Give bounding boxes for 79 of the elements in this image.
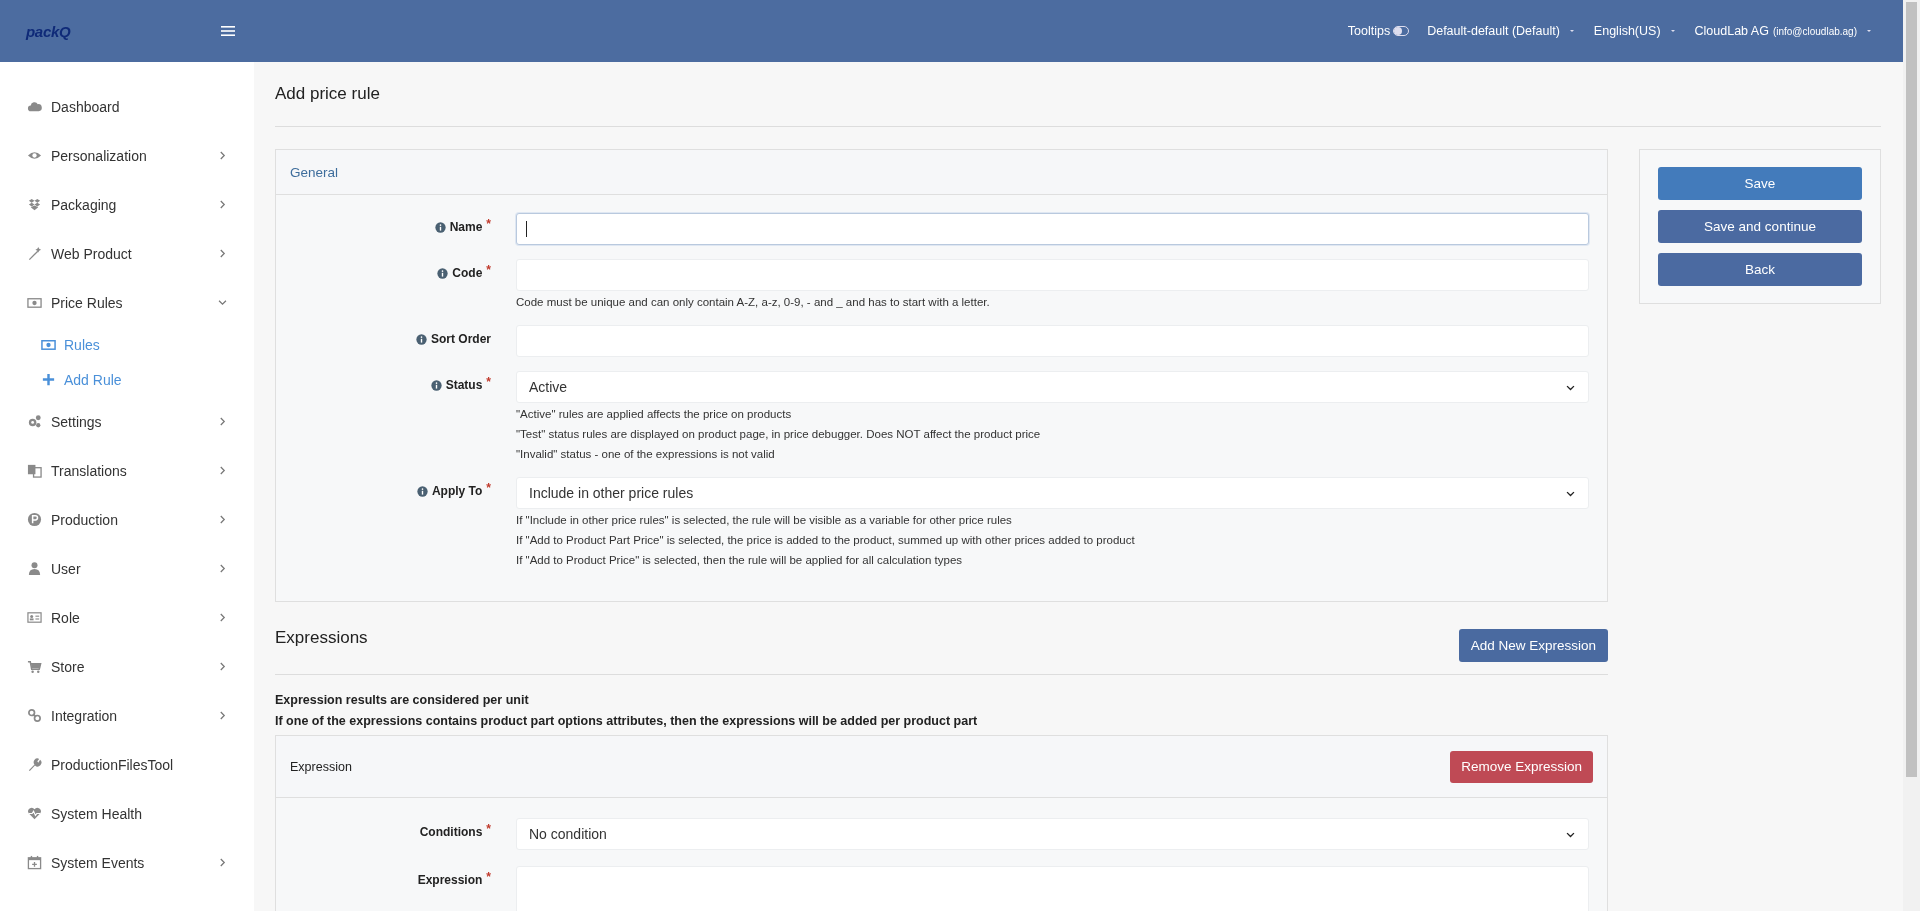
field-label: Code xyxy=(452,266,483,280)
menu-icon xyxy=(220,23,236,39)
sidebar-item[interactable]: Role xyxy=(0,593,254,642)
help-text: If "Include in other price rules" is selected, the rule will be visible as a variable for other price rules xyxy=(516,513,1013,528)
dropdown-menu[interactable]: English(US) xyxy=(1593,24,1677,38)
select-field[interactable]: Include in other price rules xyxy=(516,477,1589,509)
sidebar-item[interactable]: Personalization xyxy=(0,131,254,180)
help-text: "Active" rules are applied affects the price on products xyxy=(516,407,793,422)
required-mark: * xyxy=(486,375,491,389)
help-text: "Test" status rules are displayed on product page, in price debugger. Does NOT affect the product price xyxy=(516,427,1042,442)
help-text: If "Add to Product Price" is selected, then the rule will be applied for all calculation types xyxy=(516,553,964,568)
note-text: If one of the expressions contains product part options attributes, then the expressions will be added per product part xyxy=(275,714,979,728)
sidebar-item[interactable]: User xyxy=(0,544,254,593)
section-title: Expressions xyxy=(275,628,368,648)
sidebar-item[interactable]: Translations xyxy=(0,446,254,495)
action-button[interactable]: Save xyxy=(1658,167,1862,200)
action-button[interactable]: Back xyxy=(1658,253,1862,286)
field-label: Name xyxy=(449,220,483,234)
required-mark: * xyxy=(486,870,491,884)
field-label: Status xyxy=(445,378,483,392)
cart-icon xyxy=(27,659,42,674)
input-field[interactable] xyxy=(516,213,1589,245)
cloud-icon xyxy=(27,99,42,114)
info-icon xyxy=(416,485,428,497)
wand-icon xyxy=(27,246,42,261)
sidebar-item[interactable]: System Health xyxy=(0,789,254,838)
field-label: Conditions xyxy=(419,825,483,839)
info-icon xyxy=(416,333,427,345)
gears-icon xyxy=(27,414,42,429)
select-field[interactable]: Active xyxy=(516,371,1589,403)
sidebar-item[interactable]: Packaging xyxy=(0,180,254,229)
dropdown-menu[interactable]: Default-default (Default) xyxy=(1427,24,1576,38)
plus-icon xyxy=(41,372,56,387)
user-icon xyxy=(27,561,42,576)
remove-expression-button[interactable]: Remove Expression xyxy=(1450,750,1593,783)
banknote-icon xyxy=(27,295,42,310)
help-text: If "Add to Product Part Price" is selected, the price is added to the product, summed up with other prices added to product xyxy=(516,533,1136,548)
required-mark: * xyxy=(486,263,491,277)
note-text: Expression results are considered per unit xyxy=(275,693,530,707)
help-text: "Invalid" status - one of the expressions is not valid xyxy=(516,447,776,462)
wrench-icon xyxy=(27,757,42,772)
sidebar-item[interactable]: Dashboard xyxy=(0,82,254,131)
language-icon xyxy=(27,463,42,478)
boxes-icon xyxy=(27,197,42,212)
sidebar-item[interactable]: Production xyxy=(0,495,254,544)
parking-icon xyxy=(27,512,42,527)
action-button[interactable]: Save and continue xyxy=(1658,210,1862,243)
field-label: Sort Order xyxy=(431,332,491,346)
scrollbar[interactable] xyxy=(1903,0,1920,911)
sidebar-item[interactable]: Integration xyxy=(0,691,254,740)
sidebar-item[interactable]: Store xyxy=(0,642,254,691)
info-icon xyxy=(437,267,449,279)
add-expression-button[interactable]: Add New Expression xyxy=(1458,629,1608,662)
card-title: Expression xyxy=(290,759,352,774)
user-menu[interactable]: CloudLab AG (info@cloudlab.ag) xyxy=(1694,24,1873,38)
caret-icon xyxy=(1865,27,1873,35)
page-title: Add price rule xyxy=(275,83,381,105)
info-icon xyxy=(430,379,442,391)
required-mark: * xyxy=(486,217,491,231)
link-icon xyxy=(27,708,42,723)
field-label: Apply To xyxy=(431,484,483,498)
select-field[interactable]: No condition xyxy=(516,818,1589,850)
sidebar-item[interactable]: ProductionFilesTool xyxy=(0,740,254,789)
info-icon xyxy=(434,221,446,233)
sidebar-item[interactable]: Price Rules xyxy=(0,278,254,327)
field-label: Expression xyxy=(417,873,483,887)
calendar-plus-icon xyxy=(27,855,42,870)
card-title: General xyxy=(290,164,339,180)
tooltips-label: Tooltips xyxy=(1347,24,1391,38)
required-mark: * xyxy=(486,481,491,495)
heartbeat-icon xyxy=(27,806,42,821)
banknote-icon xyxy=(41,337,56,352)
required-mark: * xyxy=(486,822,491,836)
help-text: Code must be unique and can only contain A-Z, a-z, 0-9, - and _ and has to start with a letter. xyxy=(516,295,991,310)
sidebar-item[interactable]: System Events xyxy=(0,838,254,887)
id-card-icon xyxy=(27,610,42,625)
sidebar-item[interactable]: Web Product xyxy=(0,229,254,278)
sidebar-item[interactable]: Settings xyxy=(0,397,254,446)
text-cursor xyxy=(526,221,527,237)
